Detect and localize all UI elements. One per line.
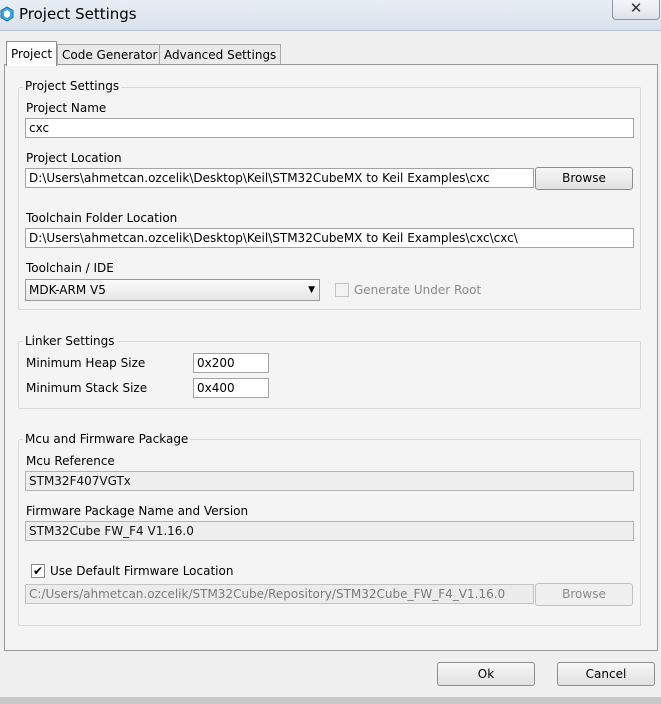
generate-under-root-checkbox[interactable] [335, 283, 349, 297]
tab-project[interactable]: Project [6, 41, 58, 66]
close-icon: ✕ [629, 0, 643, 17]
mcu-reference-field: STM32F407VGTx [25, 471, 634, 491]
mcu-firmware-title: Mcu and Firmware Package [23, 432, 191, 446]
toolchain-folder-label: Toolchain Folder Location [26, 211, 178, 225]
ok-button[interactable]: Ok [437, 662, 535, 686]
tab-code-generator[interactable]: Code Generator [57, 44, 163, 64]
linker-settings-group [18, 341, 641, 409]
firmware-package-field: STM32Cube FW_F4 V1.16.0 [25, 521, 634, 541]
toolchain-ide-select[interactable]: MDK-ARM V5 ▼ [25, 279, 320, 301]
project-name-input[interactable]: cxc [25, 118, 634, 138]
cancel-button[interactable]: Cancel [557, 662, 655, 686]
project-settings-title: Project Settings [23, 79, 122, 93]
window-title: Project Settings [19, 5, 137, 23]
min-heap-size-label: Minimum Heap Size [26, 356, 146, 370]
title-bar: Project Settings ✕ [0, 0, 661, 31]
chevron-down-icon: ▼ [308, 285, 315, 295]
mcu-reference-label: Mcu Reference [26, 454, 115, 468]
linker-settings-title: Linker Settings [23, 334, 117, 348]
firmware-package-label: Firmware Package Name and Version [26, 504, 249, 518]
firmware-location-input[interactable]: C:/Users/ahmetcan.ozcelik/STM32Cube/Repo… [25, 584, 534, 604]
min-heap-size-input[interactable]: 0x200 [193, 353, 269, 373]
project-location-label: Project Location [26, 151, 122, 165]
generate-under-root-label: Generate Under Root [354, 283, 482, 297]
min-stack-size-input[interactable]: 0x400 [193, 378, 269, 398]
use-default-firmware-checkbox[interactable]: ✔ [31, 564, 45, 578]
toolchain-ide-value: MDK-ARM V5 [29, 283, 106, 297]
tab-advanced-settings[interactable]: Advanced Settings [159, 44, 282, 64]
app-cube-icon [0, 6, 14, 22]
toolchain-ide-label: Toolchain / IDE [26, 261, 114, 275]
project-location-input[interactable]: D:\Users\ahmetcan.ozcelik\Desktop\Keil\S… [25, 168, 534, 188]
project-name-label: Project Name [26, 101, 107, 115]
close-button[interactable]: ✕ [612, 0, 660, 20]
toolchain-folder-input[interactable]: D:\Users\ahmetcan.ozcelik\Desktop\Keil\S… [25, 228, 634, 248]
checkmark-icon: ✔ [32, 564, 44, 578]
window-bottom-edge [0, 697, 661, 704]
min-stack-size-label: Minimum Stack Size [26, 381, 148, 395]
firmware-location-browse-button[interactable]: Browse [535, 583, 633, 606]
project-location-browse-button[interactable]: Browse [535, 167, 633, 190]
use-default-firmware-label: Use Default Firmware Location [50, 564, 234, 578]
